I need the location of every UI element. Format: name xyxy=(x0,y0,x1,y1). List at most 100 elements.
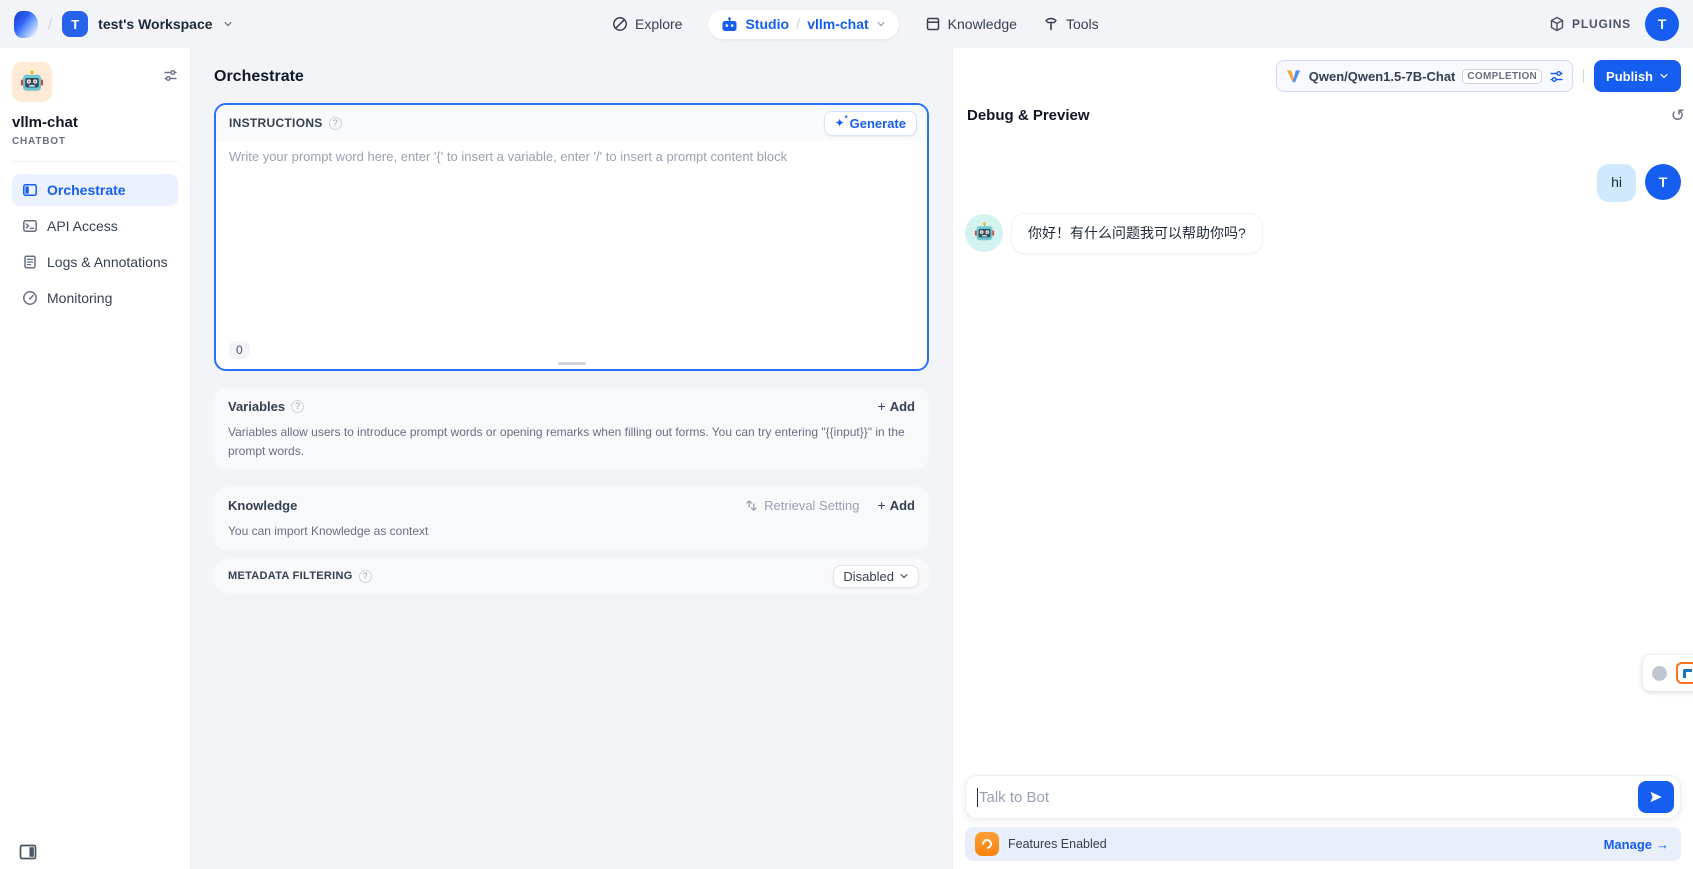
nav-studio[interactable]: Studio / vllm-chat xyxy=(708,10,898,39)
sidebar-item-label: Orchestrate xyxy=(47,182,126,198)
add-variable-button[interactable]: + Add xyxy=(878,398,915,414)
terminal-icon xyxy=(22,218,38,234)
nav-knowledge[interactable]: Knowledge xyxy=(925,16,1017,32)
sidebar-item-monitoring[interactable]: Monitoring xyxy=(12,282,178,314)
generate-label: Generate xyxy=(850,116,906,131)
nav-studio-label: Studio xyxy=(745,16,789,32)
debug-preview-panel: Qwen/Qwen1.5-7B-Chat COMPLETION Publish … xyxy=(953,48,1693,869)
nav-current-app: vllm-chat xyxy=(807,16,868,32)
sparkle-icon: ✦ xyxy=(835,116,845,130)
variables-description: Variables allow users to introduce promp… xyxy=(214,414,929,461)
help-icon[interactable]: ? xyxy=(329,117,342,130)
chevron-down-icon xyxy=(1659,71,1669,81)
resize-handle[interactable] xyxy=(558,362,586,365)
app-icon[interactable] xyxy=(12,62,52,102)
robot-emoji-icon xyxy=(974,222,995,243)
app-name: vllm-chat xyxy=(12,114,178,131)
page-title: Orchestrate xyxy=(214,68,304,86)
sidebar-item-label: Monitoring xyxy=(47,290,112,306)
knowledge-icon xyxy=(925,16,941,32)
sidebar-divider xyxy=(12,161,178,162)
add-variable-label: Add xyxy=(890,399,915,414)
knowledge-title: Knowledge xyxy=(228,498,297,513)
workspace-avatar[interactable]: T xyxy=(62,11,88,37)
model-config-sliders-icon[interactable] xyxy=(1549,69,1564,84)
workspace-name[interactable]: test's Workspace xyxy=(98,16,212,32)
breadcrumb-slash: / xyxy=(48,16,52,33)
chevron-down-icon xyxy=(899,571,909,581)
publish-label: Publish xyxy=(1606,69,1653,84)
publish-button[interactable]: Publish xyxy=(1594,60,1681,92)
prompt-input[interactable] xyxy=(229,149,914,333)
arrow-right-icon: → xyxy=(1656,837,1669,852)
nav-explore[interactable]: Explore xyxy=(612,16,682,32)
plugins-icon xyxy=(1549,16,1565,32)
retrieval-setting-label: Retrieval Setting xyxy=(764,498,859,513)
chat-message-user: hi T xyxy=(965,164,1681,202)
chat-message-assistant: 你好！有什么问题我可以帮助你吗? xyxy=(965,214,1681,254)
model-name: Qwen/Qwen1.5-7B-Chat xyxy=(1309,69,1456,84)
knowledge-section: Knowledge Retrieval Setting + Add You ca… xyxy=(214,487,929,550)
pill-slash: / xyxy=(796,16,800,33)
chat-input[interactable] xyxy=(979,789,1638,806)
collapse-sidebar-button[interactable] xyxy=(19,844,37,860)
tools-icon xyxy=(1043,16,1059,32)
floating-extension-widget[interactable] xyxy=(1643,655,1693,691)
assistant-message-bubble: 你好！有什么问题我可以帮助你吗? xyxy=(1012,214,1262,254)
metadata-filtering-section: METADATA FILTERING ? Disabled xyxy=(214,559,929,593)
help-icon[interactable]: ? xyxy=(291,400,304,413)
debug-preview-title: Debug & Preview xyxy=(967,107,1090,124)
manage-features-link[interactable]: Manage → xyxy=(1604,837,1669,852)
nav-knowledge-label: Knowledge xyxy=(948,16,1017,32)
add-knowledge-label: Add xyxy=(890,498,915,513)
nav-tools[interactable]: Tools xyxy=(1043,16,1099,32)
sidebar-item-api-access[interactable]: API Access xyxy=(12,210,178,242)
plugins-label: PLUGINS xyxy=(1572,17,1631,31)
user-message-bubble: hi xyxy=(1597,164,1636,202)
add-knowledge-button[interactable]: + Add xyxy=(878,497,915,513)
extension-dot-icon[interactable] xyxy=(1652,666,1667,681)
dify-logo-icon[interactable] xyxy=(14,11,38,38)
plus-icon: + xyxy=(878,497,886,513)
sidebar-item-label: Logs & Annotations xyxy=(47,254,168,270)
nav-explore-label: Explore xyxy=(635,16,682,32)
nav-tools-label: Tools xyxy=(1066,16,1099,32)
char-count-badge: 0 xyxy=(229,341,250,359)
sidebar-item-logs[interactable]: Logs & Annotations xyxy=(12,246,178,278)
logs-icon xyxy=(22,254,38,270)
user-chat-avatar: T xyxy=(1645,164,1681,200)
features-bar: Features Enabled Manage → xyxy=(965,827,1681,861)
retrieval-setting-button[interactable]: Retrieval Setting xyxy=(745,498,859,513)
send-icon xyxy=(1649,790,1663,804)
text-caret xyxy=(977,788,978,807)
variables-title: Variables xyxy=(228,399,285,414)
robot-icon xyxy=(721,17,738,32)
monitoring-icon xyxy=(22,290,38,306)
send-button[interactable] xyxy=(1638,781,1674,813)
help-icon[interactable]: ? xyxy=(359,570,372,583)
model-selector[interactable]: Qwen/Qwen1.5-7B-Chat COMPLETION xyxy=(1276,60,1573,92)
metadata-filtering-dropdown[interactable]: Disabled xyxy=(833,565,919,588)
restart-conversation-icon[interactable]: ↺ xyxy=(1671,107,1685,124)
sliders-icon xyxy=(163,68,178,83)
chevron-down-icon[interactable] xyxy=(876,19,886,29)
user-avatar[interactable]: T xyxy=(1645,7,1679,41)
extension-logo-icon[interactable] xyxy=(1676,662,1693,684)
plus-icon: + xyxy=(878,398,886,414)
metadata-filtering-value: Disabled xyxy=(843,569,894,584)
manage-label: Manage xyxy=(1604,837,1652,852)
sidebar-item-label: API Access xyxy=(47,218,118,234)
chat-area: hi T xyxy=(953,132,1693,775)
panel-collapse-icon xyxy=(19,844,37,860)
features-enabled-label: Features Enabled xyxy=(1008,837,1107,851)
orchestrate-panel: Orchestrate INSTRUCTIONS ? ✦ Generate 0 … xyxy=(191,48,953,869)
variables-section: Variables ? + Add Variables allow users … xyxy=(214,388,929,469)
app-settings-button[interactable] xyxy=(163,68,178,83)
plugins-button[interactable]: PLUGINS xyxy=(1549,16,1631,32)
chevron-down-icon[interactable] xyxy=(223,19,233,29)
chat-input-box[interactable] xyxy=(965,775,1681,819)
bot-avatar xyxy=(965,214,1003,252)
sidebar-item-orchestrate[interactable]: Orchestrate xyxy=(12,174,178,206)
features-icon xyxy=(975,832,999,856)
generate-button[interactable]: ✦ Generate xyxy=(824,111,917,136)
